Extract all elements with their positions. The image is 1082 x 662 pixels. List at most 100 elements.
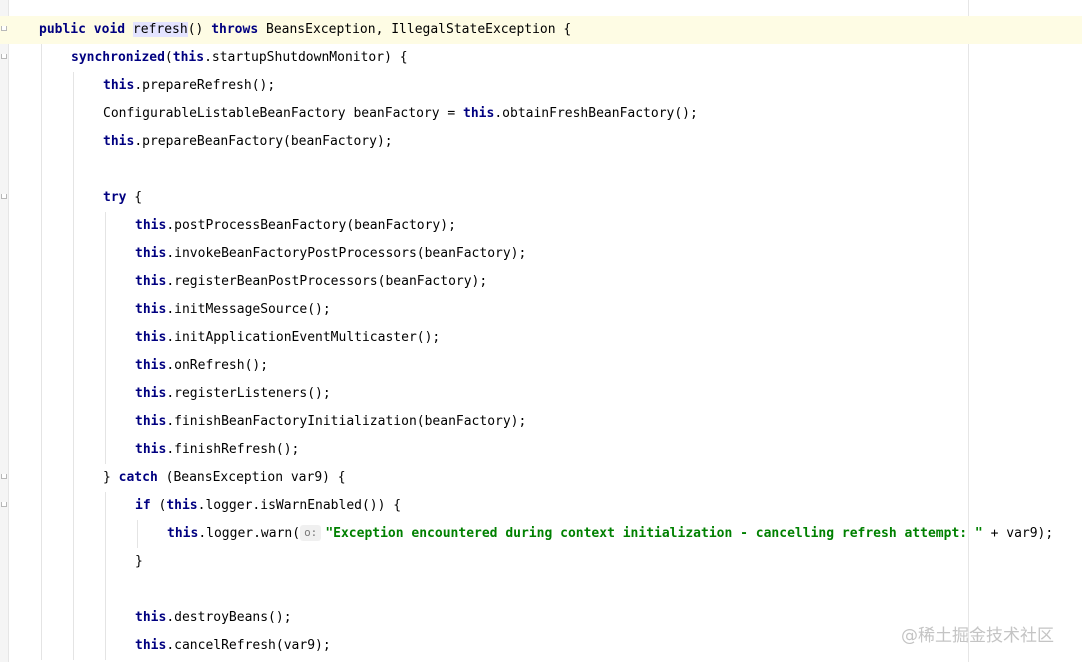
code-line[interactable]: this.initMessageSource(); bbox=[0, 296, 1082, 324]
code-token: ( bbox=[150, 498, 167, 513]
fold-marker-icon[interactable] bbox=[1, 54, 7, 59]
code-token: BeansException, IllegalStateException { bbox=[258, 22, 572, 37]
code-token: .logger.warn( bbox=[198, 526, 301, 541]
code-text: } catch (BeansException var9) { bbox=[103, 464, 346, 492]
keyword-token: this bbox=[103, 78, 135, 93]
highlighted-identifier: refresh bbox=[132, 22, 188, 37]
code-text: } bbox=[135, 548, 143, 576]
keyword-token: this bbox=[103, 134, 135, 149]
code-token: .prepareBeanFactory(beanFactory); bbox=[134, 134, 393, 149]
parameter-hint: o: bbox=[300, 525, 322, 541]
keyword-token: this bbox=[167, 526, 199, 541]
fold-marker-icon[interactable] bbox=[1, 474, 7, 479]
code-line[interactable]: this.postProcessBeanFactory(beanFactory)… bbox=[0, 212, 1082, 240]
code-line[interactable]: this.finishRefresh(); bbox=[0, 436, 1082, 464]
code-line[interactable]: if (this.logger.isWarnEnabled()) { bbox=[0, 492, 1082, 520]
code-text: this.finishRefresh(); bbox=[135, 436, 299, 464]
code-line[interactable]: this.logger.warn(o: "Exception encountere… bbox=[0, 520, 1082, 548]
keyword-token: public void bbox=[39, 22, 133, 37]
keyword-token: this bbox=[135, 274, 167, 289]
code-token: .cancelRefresh(var9); bbox=[166, 638, 331, 653]
keyword-token: this bbox=[135, 218, 167, 233]
keyword-token: synchronized bbox=[71, 50, 165, 65]
code-line[interactable]: try { bbox=[0, 184, 1082, 212]
keyword-token: throws bbox=[211, 22, 259, 37]
keyword-token: this bbox=[135, 442, 167, 457]
code-line[interactable]: this.onRefresh(); bbox=[0, 352, 1082, 380]
code-token: .registerBeanPostProcessors(beanFactory)… bbox=[166, 274, 488, 289]
code-text: this.initApplicationEventMulticaster(); bbox=[135, 324, 440, 352]
code-text: this.registerListeners(); bbox=[135, 380, 331, 408]
code-text: this.destroyBeans(); bbox=[135, 604, 292, 632]
code-editor[interactable]: public void refresh() throws BeansExcept… bbox=[0, 0, 1082, 662]
code-token: .initApplicationEventMulticaster(); bbox=[166, 330, 441, 345]
code-line[interactable]: this.finishBeanFactoryInitialization(bea… bbox=[0, 408, 1082, 436]
code-text: this.finishBeanFactoryInitialization(bea… bbox=[135, 408, 526, 436]
keyword-token: catch bbox=[118, 470, 158, 485]
keyword-token: this bbox=[135, 414, 167, 429]
code-token: .finishBeanFactoryInitialization(beanFac… bbox=[166, 414, 527, 429]
code-token: } bbox=[103, 470, 119, 485]
keyword-token: this bbox=[166, 498, 198, 513]
code-line[interactable] bbox=[0, 156, 1082, 184]
code-line[interactable] bbox=[0, 576, 1082, 604]
code-line[interactable]: public void refresh() throws BeansExcept… bbox=[0, 16, 1082, 44]
code-token: { bbox=[126, 190, 143, 205]
code-text: this.postProcessBeanFactory(beanFactory)… bbox=[135, 212, 456, 240]
code-token: ( bbox=[164, 50, 173, 65]
keyword-token: this bbox=[135, 246, 167, 261]
keyword-token: if bbox=[135, 498, 151, 513]
code-token: .destroyBeans(); bbox=[166, 610, 292, 625]
code-token: } bbox=[135, 554, 143, 569]
code-token: .logger.isWarnEnabled()) { bbox=[197, 498, 402, 513]
code-line[interactable]: this.registerListeners(); bbox=[0, 380, 1082, 408]
code-text: this.logger.warn(o: "Exception encountere… bbox=[167, 520, 1053, 548]
keyword-token: this bbox=[463, 106, 495, 121]
code-line[interactable]: } bbox=[0, 548, 1082, 576]
code-text: if (this.logger.isWarnEnabled()) { bbox=[135, 492, 401, 520]
fold-marker-icon[interactable] bbox=[1, 502, 7, 507]
keyword-token: this bbox=[135, 302, 167, 317]
code-line[interactable]: this.prepareBeanFactory(beanFactory); bbox=[0, 128, 1082, 156]
string-token: "Exception encountered during context in… bbox=[325, 526, 983, 541]
keyword-token: this bbox=[135, 358, 167, 373]
fold-marker-icon[interactable] bbox=[1, 194, 7, 199]
keyword-token: this bbox=[135, 638, 167, 653]
code-line[interactable]: this.prepareRefresh(); bbox=[0, 72, 1082, 100]
code-text: this.onRefresh(); bbox=[135, 352, 268, 380]
keyword-token: this bbox=[135, 610, 167, 625]
watermark: @稀土掘金技术社区 bbox=[901, 626, 1054, 646]
code-line[interactable]: } catch (BeansException var9) { bbox=[0, 464, 1082, 492]
code-line[interactable]: ConfigurableListableBeanFactory beanFact… bbox=[0, 100, 1082, 128]
code-text: this.initMessageSource(); bbox=[135, 296, 331, 324]
code-text: ConfigurableListableBeanFactory beanFact… bbox=[103, 100, 698, 128]
keyword-token: this bbox=[172, 50, 205, 65]
code-token: ConfigurableListableBeanFactory beanFact… bbox=[103, 106, 464, 121]
code-line[interactable]: synchronized(this.startupShutdownMonitor… bbox=[0, 44, 1082, 72]
code-text: this.invokeBeanFactoryPostProcessors(bea… bbox=[135, 240, 526, 268]
code-token: .initMessageSource(); bbox=[166, 302, 331, 317]
code-text: this.cancelRefresh(var9); bbox=[135, 632, 331, 660]
code-text: this.prepareBeanFactory(beanFactory); bbox=[103, 128, 393, 156]
code-line[interactable]: this.invokeBeanFactoryPostProcessors(bea… bbox=[0, 240, 1082, 268]
keyword-token: this bbox=[135, 386, 167, 401]
keyword-token: try bbox=[103, 190, 127, 205]
code-token: () bbox=[187, 22, 212, 37]
code-token: .obtainFreshBeanFactory(); bbox=[494, 106, 698, 121]
code-text: this.registerBeanPostProcessors(beanFact… bbox=[135, 268, 487, 296]
code-text: try { bbox=[103, 184, 142, 212]
code-token: .invokeBeanFactoryPostProcessors(beanFac… bbox=[166, 246, 527, 261]
code-line[interactable]: this.registerBeanPostProcessors(beanFact… bbox=[0, 268, 1082, 296]
keyword-token: this bbox=[135, 330, 167, 345]
code-line[interactable]: this.initApplicationEventMulticaster(); bbox=[0, 324, 1082, 352]
code-token: .onRefresh(); bbox=[166, 358, 269, 373]
code-text: public void refresh() throws BeansExcept… bbox=[39, 16, 571, 44]
code-token: .registerListeners(); bbox=[166, 386, 331, 401]
code-token: (BeansException var9) { bbox=[157, 470, 346, 485]
fold-marker-icon[interactable] bbox=[1, 26, 7, 31]
code-token: .finishRefresh(); bbox=[166, 442, 300, 457]
code-token: + var9); bbox=[982, 526, 1054, 541]
code-text: synchronized(this.startupShutdownMonitor… bbox=[71, 44, 408, 72]
code-token: .startupShutdownMonitor) { bbox=[204, 50, 408, 65]
code-token: .prepareRefresh(); bbox=[134, 78, 276, 93]
